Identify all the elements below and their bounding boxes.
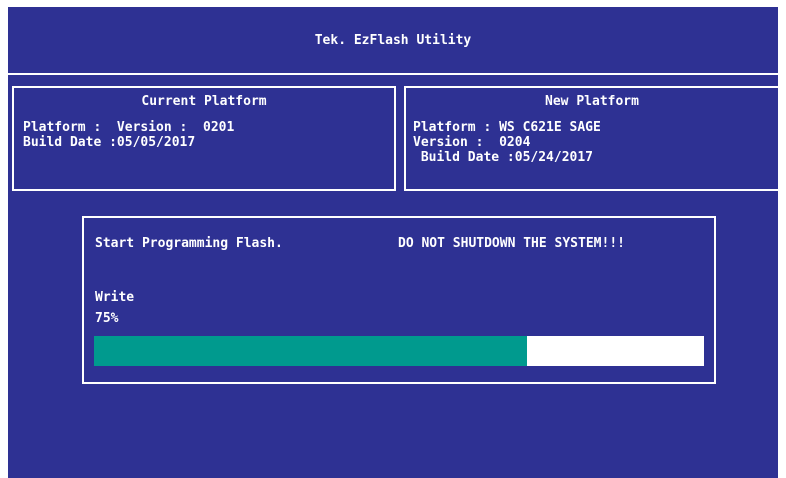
new-platform-version: Version : 0204 <box>413 135 531 150</box>
flash-progress-panel: Start Programming Flash. DO NOT SHUTDOWN… <box>82 216 716 384</box>
progress-bar <box>94 336 704 366</box>
shutdown-warning: DO NOT SHUTDOWN THE SYSTEM!!! <box>398 236 625 251</box>
current-platform-build-date: Build Date :05/05/2017 <box>23 135 196 150</box>
flash-utility-screen: Tek. EzFlash Utility Current Platform Pl… <box>6 5 780 478</box>
current-platform-version-line: Platform : Version : 0201 <box>23 120 235 135</box>
new-platform-heading: New Platform <box>545 94 639 109</box>
new-platform-name: Platform : WS C621E SAGE <box>413 120 601 135</box>
progress-bar-fill <box>94 336 528 366</box>
progress-percent: 75% <box>95 311 119 326</box>
status-message: Start Programming Flash. <box>95 236 283 251</box>
current-platform-heading: Current Platform <box>141 94 267 109</box>
operation-label: Write <box>95 290 135 305</box>
title-bar: Tek. EzFlash Utility <box>8 7 778 75</box>
app-title: Tek. EzFlash Utility <box>314 33 472 48</box>
current-platform-panel: Current Platform Platform : Version : 02… <box>12 86 396 191</box>
new-platform-build-date: Build Date :05/24/2017 <box>413 150 594 165</box>
new-platform-panel: New Platform Platform : WS C621E SAGE Ve… <box>404 86 780 191</box>
